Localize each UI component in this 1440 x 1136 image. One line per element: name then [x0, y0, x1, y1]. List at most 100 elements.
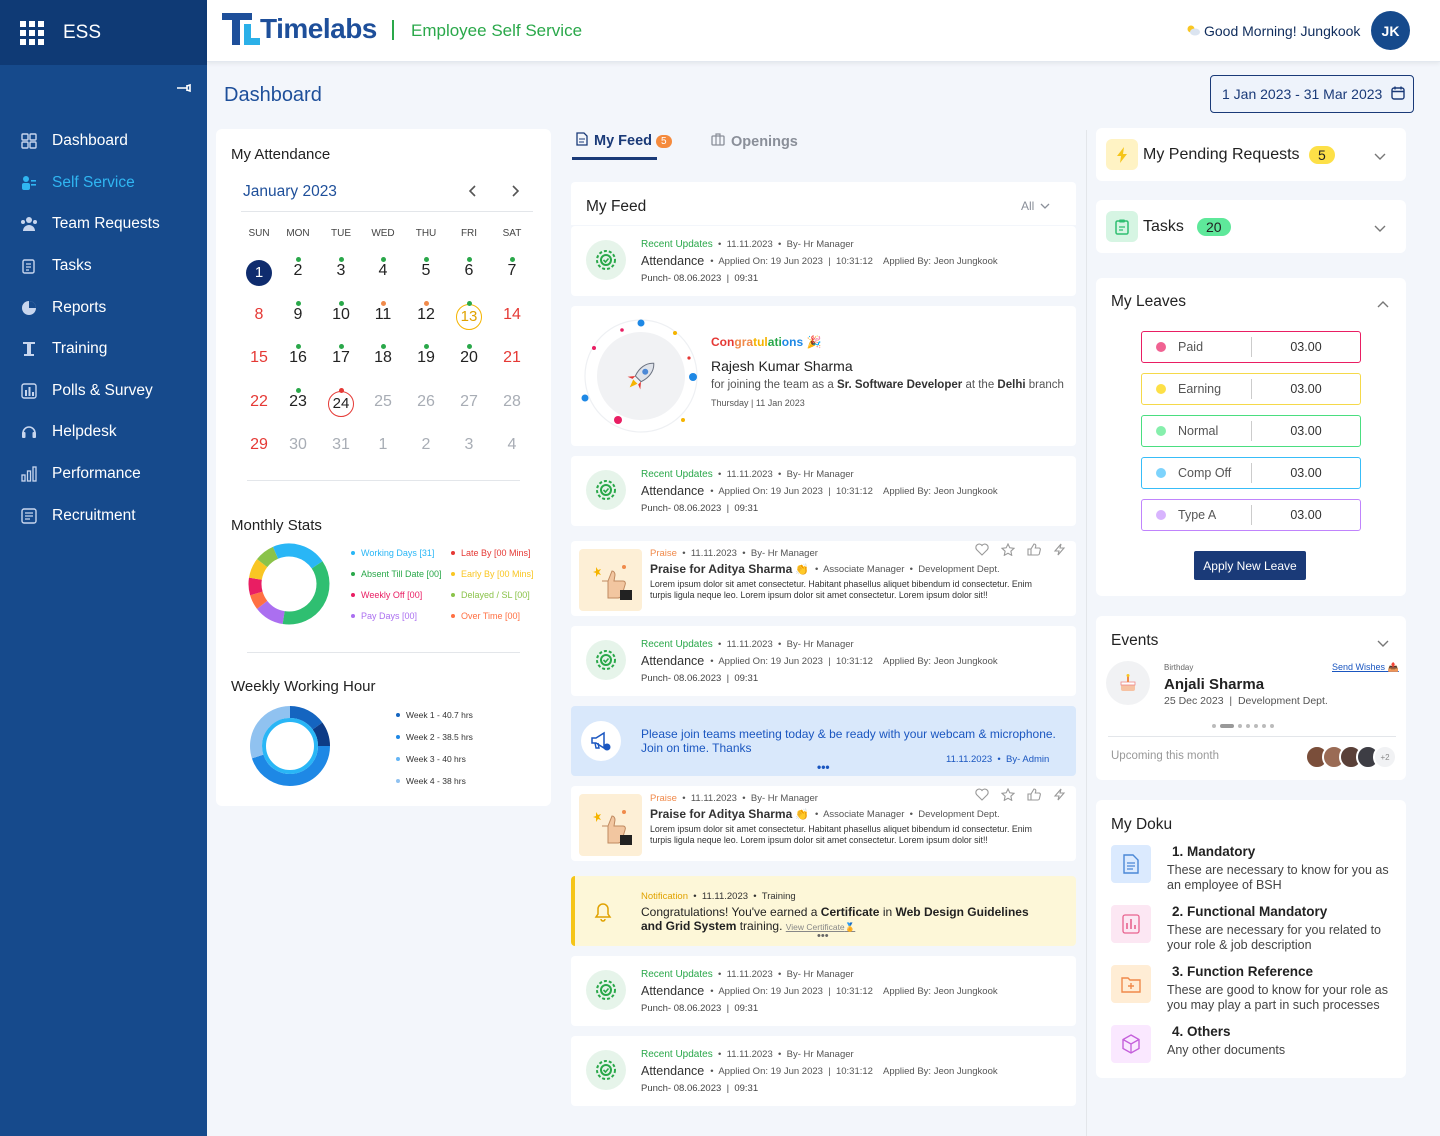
date-range-picker[interactable]: 1 Jan 2023 - 31 Mar 2023 [1210, 75, 1414, 113]
feed-item-congratulations[interactable]: Congratulations 🎉 Rajesh Kumar Sharma fo… [571, 306, 1076, 446]
calendar-day[interactable]: 28 [495, 393, 529, 411]
lightning-outline-icon[interactable] [1053, 788, 1067, 804]
feed-item-praise[interactable]: Praise • 11.11.2023 • By- Hr Manager Pra… [571, 541, 1076, 616]
heart-icon[interactable] [975, 543, 989, 559]
calendar-day[interactable]: 10 [324, 306, 358, 324]
praise-title: Praise for Aditya Sharma [650, 807, 793, 821]
calendar-day[interactable]: 1 [366, 436, 400, 454]
pin-icon[interactable] [176, 80, 192, 99]
feed-item-attendance[interactable]: Recent Updates • 11.11.2023 • By- Hr Man… [571, 1036, 1076, 1106]
calendar-day[interactable]: 15 [242, 349, 276, 367]
feed-item-announcement[interactable]: Please join teams meeting today & be rea… [571, 706, 1076, 776]
calendar-day[interactable]: 29 [242, 436, 276, 454]
heart-icon[interactable] [975, 788, 989, 804]
next-month-button[interactable] [511, 184, 521, 201]
calendar-month: January 2023 [243, 183, 337, 200]
calendar-day[interactable]: 3 [452, 436, 486, 454]
calendar-day[interactable]: 18 [366, 349, 400, 367]
calendar-day[interactable]: 17 [324, 349, 358, 367]
calendar-day[interactable]: 5 [409, 262, 443, 280]
brand-name: Timelabs [260, 13, 377, 44]
calendar-day[interactable]: 7 [495, 262, 529, 280]
notification-text-1: Congratulations! You've earned a [641, 905, 818, 919]
calendar-day[interactable]: 4 [366, 262, 400, 280]
tab-openings[interactable]: Openings [711, 133, 798, 150]
leave-row[interactable]: Type A 03.00 [1141, 499, 1361, 531]
calendar-day[interactable]: 12 [409, 306, 443, 324]
apps-grid-icon[interactable] [20, 20, 44, 45]
feed-tag: Recent Updates [641, 639, 713, 650]
calendar-day[interactable]: 24 [328, 391, 354, 417]
sidebar-item-label: Training [52, 340, 108, 357]
calendar-day[interactable]: 13 [456, 304, 482, 330]
calendar-day[interactable]: 2 [409, 436, 443, 454]
calendar-day[interactable]: 3 [324, 262, 358, 280]
sidebar-item-tasks[interactable]: Tasks [0, 247, 207, 285]
legend-dot [351, 572, 355, 576]
calendar-day[interactable]: 27 [452, 393, 486, 411]
calendar-day[interactable]: 11 [366, 306, 400, 324]
applied-by: Applied By: Jeon Jungkook [883, 985, 998, 997]
like-icon[interactable] [1027, 788, 1041, 804]
calendar-day[interactable]: 30 [281, 436, 315, 454]
tab-my-feed[interactable]: My Feed 5 [576, 132, 672, 150]
feed-item-attendance[interactable]: Recent Updates • 11.11.2023 • By- Hr Man… [571, 626, 1076, 696]
calendar-day[interactable]: 9 [281, 306, 315, 324]
sidebar-item-team-requests[interactable]: Team Requests [0, 205, 207, 243]
sidebar-item-performance[interactable]: Performance [0, 455, 207, 493]
calendar-day[interactable]: 26 [409, 393, 443, 411]
star-icon[interactable] [1000, 787, 1016, 804]
calendar-day[interactable]: 31 [324, 436, 358, 454]
calendar-day[interactable]: 1 [246, 260, 272, 286]
sidebar-item-self-service[interactable]: Self Service [0, 164, 207, 202]
send-wishes-link[interactable]: Send Wishes 📤 [1332, 662, 1399, 673]
calendar-day[interactable]: 2 [281, 262, 315, 280]
feed-item-attendance[interactable]: Recent Updates • 11.11.2023 • By- Hr Man… [571, 456, 1076, 526]
calendar-day[interactable]: 25 [366, 393, 400, 411]
stats-legend-item: Over Time [00] [451, 611, 520, 621]
like-icon[interactable] [1027, 543, 1041, 559]
calendar-day[interactable]: 19 [409, 349, 443, 367]
star-icon[interactable] [1000, 542, 1016, 559]
sidebar-item-recruitment[interactable]: Recruitment [0, 497, 207, 535]
more-icon[interactable]: ••• [817, 930, 829, 942]
avatar[interactable]: JK [1371, 11, 1410, 50]
feed-item-praise[interactable]: Praise • 11.11.2023 • By- Hr Manager Pra… [571, 786, 1076, 861]
calendar-day[interactable]: 8 [242, 306, 276, 324]
apply-new-leave-button[interactable]: Apply New Leave [1194, 551, 1306, 580]
sidebar-item-training[interactable]: Training [0, 330, 207, 368]
feed-item-attendance[interactable]: Recent Updates • 11.11.2023 • By- Hr Man… [571, 956, 1076, 1026]
chevron-down-icon[interactable] [1377, 637, 1389, 651]
event-carousel-dots[interactable] [1212, 724, 1274, 728]
calendar-day[interactable]: 6 [452, 262, 486, 280]
lightning-outline-icon[interactable] [1053, 543, 1067, 559]
sidebar-item-reports[interactable]: Reports [0, 289, 207, 327]
calendar-day[interactable]: 16 [281, 349, 315, 367]
more-icon[interactable]: ••• [817, 760, 830, 774]
upcoming-avatars[interactable]: +2 [1305, 745, 1397, 769]
prev-month-button[interactable] [467, 184, 477, 201]
chevron-down-icon[interactable] [1374, 222, 1386, 236]
calendar-day[interactable]: 21 [495, 349, 529, 367]
calendar-day[interactable]: 22 [242, 393, 276, 411]
calendar-day[interactable]: 23 [281, 393, 315, 411]
calendar-day[interactable]: 14 [495, 306, 529, 324]
feed-line: Praise for Aditya Sharma 👏 • Associate Man… [650, 562, 1000, 576]
sidebar-item-dashboard[interactable]: Dashboard [0, 122, 207, 160]
chevron-up-icon[interactable] [1377, 297, 1389, 311]
applied-time: 10:31:12 [835, 1065, 873, 1077]
chevron-down-icon[interactable] [1374, 150, 1386, 164]
leave-label: Normal [1142, 421, 1252, 441]
feed-filter-dropdown[interactable]: All [1021, 199, 1050, 213]
calendar-day[interactable]: 20 [452, 349, 486, 367]
feed-item-notification[interactable]: Notification • 11.11.2023 • Training Con… [571, 876, 1076, 946]
sidebar-item-polls-survey[interactable]: Polls & Survey [0, 372, 207, 410]
leave-row[interactable]: Comp Off 03.00 [1141, 457, 1361, 489]
feed-item-attendance[interactable]: Recent Updates • 11.11.2023 • By- Hr Man… [571, 226, 1076, 296]
calendar-day[interactable]: 4 [495, 436, 529, 454]
timelabs-logo[interactable]: Timelabs [222, 13, 377, 45]
sidebar-item-helpdesk[interactable]: Helpdesk [0, 413, 207, 451]
leave-row[interactable]: Paid 03.00 [1141, 331, 1361, 363]
leave-row[interactable]: Earning 03.00 [1141, 373, 1361, 405]
leave-row[interactable]: Normal 03.00 [1141, 415, 1361, 447]
